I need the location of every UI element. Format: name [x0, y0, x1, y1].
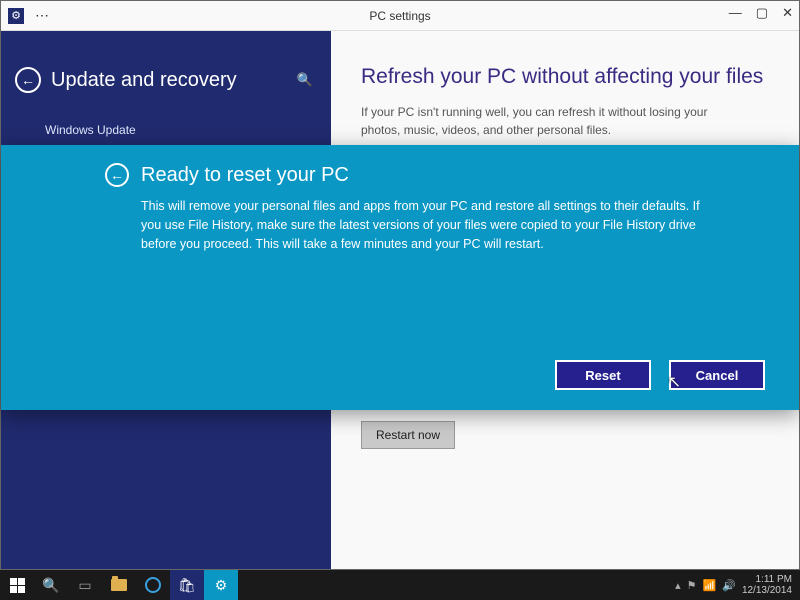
menu-dots[interactable]: ⋯: [31, 7, 49, 24]
app-icon[interactable]: ⚙: [1, 1, 31, 31]
taskbar-task-view[interactable]: ▭: [68, 570, 102, 600]
close-button[interactable]: ✕: [782, 5, 793, 21]
taskbar-pc-settings[interactable]: ⚙: [204, 570, 238, 600]
sidebar-item-windows-update[interactable]: Windows Update: [1, 93, 331, 137]
tray-volume-icon[interactable]: 🔊: [722, 579, 736, 592]
tray-network-icon[interactable]: 📶: [703, 579, 717, 592]
taskbar: 🔍 ▭ 🛍 ⚙ ▴ ⚑ 📶 🔊 1:11 PM 12/13/2014: [0, 570, 800, 600]
taskbar-date: 12/13/2014: [742, 585, 792, 596]
tray-up-icon[interactable]: ▴: [675, 579, 681, 592]
titlebar: ⚙ ⋯ PC settings — ▢ ✕: [1, 1, 799, 31]
taskbar-clock[interactable]: 1:11 PM 12/13/2014: [742, 574, 792, 596]
search-icon[interactable]: 🔍: [297, 72, 313, 88]
taskbar-store[interactable]: 🛍: [170, 570, 204, 600]
refresh-heading: Refresh your PC without affecting your f…: [361, 65, 769, 89]
taskbar-file-explorer[interactable]: [102, 570, 136, 600]
restart-now-button[interactable]: Restart now: [361, 421, 455, 449]
start-button[interactable]: [0, 570, 34, 600]
maximize-button[interactable]: ▢: [756, 5, 768, 21]
back-button[interactable]: ←: [15, 67, 41, 93]
taskbar-time: 1:11 PM: [742, 574, 792, 585]
windows-logo-icon: [10, 578, 25, 593]
cancel-button[interactable]: Cancel: [669, 360, 765, 390]
dialog-body: This will remove your personal files and…: [105, 187, 745, 253]
folder-icon: [111, 579, 127, 591]
sidebar-title: Update and recovery: [51, 69, 287, 92]
refresh-description: If your PC isn't running well, you can r…: [361, 103, 741, 139]
dialog-back-button[interactable]: ←: [105, 163, 129, 187]
tray-flag-icon[interactable]: ⚑: [687, 579, 697, 592]
minimize-button[interactable]: —: [729, 5, 742, 21]
back-arrow-icon: ←: [21, 72, 35, 88]
taskbar-internet-explorer[interactable]: [136, 570, 170, 600]
dialog-title: Ready to reset your PC: [141, 164, 349, 187]
ie-icon: [145, 577, 161, 593]
window-title: PC settings: [369, 9, 430, 23]
reset-confirmation-dialog: ← Ready to reset your PC This will remov…: [1, 145, 799, 410]
reset-button[interactable]: Reset: [555, 360, 651, 390]
taskbar-search-button[interactable]: 🔍: [34, 570, 68, 600]
back-arrow-icon: ←: [110, 167, 124, 183]
system-tray: ▴ ⚑ 📶 🔊 1:11 PM 12/13/2014: [675, 574, 800, 596]
